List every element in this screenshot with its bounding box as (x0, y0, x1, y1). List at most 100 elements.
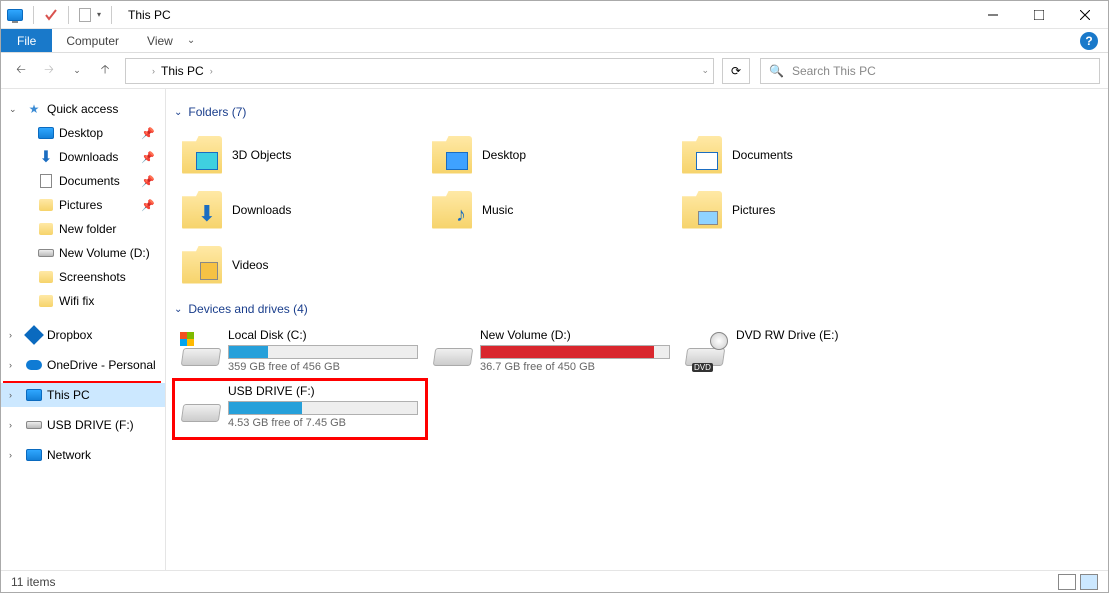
sidebar-item-label: Pictures (59, 198, 102, 212)
search-icon: 🔍 (769, 64, 784, 78)
chevron-down-icon[interactable]: ⌄ (174, 107, 182, 118)
breadcrumb-location[interactable]: This PC (161, 64, 204, 78)
view-mode-icons (1058, 574, 1098, 590)
drive-icon: DVD (686, 332, 726, 372)
address-dropdown[interactable]: ⌄ (701, 65, 709, 76)
large-icons-view-button[interactable] (1080, 574, 1098, 590)
refresh-button[interactable]: ⟳ (722, 58, 750, 84)
drives-grid: Local Disk (C:)359 GB free of 456 GBNew … (174, 324, 1092, 436)
drive-item[interactable]: Local Disk (C:)359 GB free of 456 GB (174, 324, 426, 380)
sidebar-item-screenshots[interactable]: Screenshots (1, 265, 165, 289)
window-title: This PC (128, 8, 171, 22)
up-button[interactable]: 🡡 (93, 59, 117, 83)
drive-name: DVD RW Drive (E:) (736, 328, 922, 342)
pin-icon: 📌 (141, 199, 155, 212)
folder-icon: ♪ (432, 191, 472, 229)
view-tab[interactable]: View (133, 29, 187, 52)
folder-item[interactable]: ⬇ Downloads (174, 182, 424, 237)
file-tab[interactable]: File (1, 29, 52, 52)
folder-label: Desktop (482, 148, 526, 162)
properties-icon[interactable] (44, 8, 58, 22)
drive-item[interactable]: New Volume (D:)36.7 GB free of 450 GB (426, 324, 678, 380)
sidebar-item-new-folder[interactable]: New folder (1, 217, 165, 241)
sidebar-item-label: Downloads (59, 150, 118, 164)
sidebar-item-wifi-fix[interactable]: Wifi fix (1, 289, 165, 313)
ribbon-expand-caret[interactable]: ⌄ (187, 35, 195, 46)
folder-label: Downloads (232, 203, 291, 217)
sidebar-label: USB DRIVE (F:) (47, 418, 134, 432)
sidebar-label: Network (47, 448, 91, 462)
folder-item[interactable]: Pictures (674, 182, 924, 237)
folder-icon (39, 223, 53, 235)
network-icon (26, 449, 42, 461)
qat-dropdown[interactable]: ▾ (97, 10, 101, 19)
minimize-button[interactable] (970, 1, 1016, 29)
music-icon: ♪ (456, 204, 466, 227)
back-button[interactable]: 🡠 (9, 59, 33, 83)
folder-item[interactable]: Documents (674, 127, 924, 182)
overlay-icon (696, 152, 718, 170)
sidebar-item-onedrive[interactable]: › OneDrive - Personal (1, 353, 165, 377)
cloud-icon (26, 360, 42, 370)
pc-icon[interactable] (7, 9, 23, 21)
details-view-button[interactable] (1058, 574, 1076, 590)
drive-icon (434, 332, 470, 372)
chevron-right-icon[interactable]: › (9, 390, 21, 400)
document-icon (40, 174, 52, 188)
folder-item[interactable]: 3D Objects (174, 127, 424, 182)
forward-button[interactable]: 🡢 (37, 59, 61, 83)
sidebar-label: Quick access (47, 102, 118, 116)
folder-icon (182, 136, 222, 174)
sidebar-item-desktop[interactable]: Desktop📌 (1, 121, 165, 145)
chevron-right-icon[interactable]: › (9, 330, 21, 340)
drive-icon (182, 332, 218, 372)
search-box[interactable]: 🔍 Search This PC (760, 58, 1100, 84)
sidebar-item-dropbox[interactable]: › Dropbox (1, 323, 165, 347)
separator (33, 6, 34, 24)
sidebar-item-this-pc[interactable]: › This PC (1, 383, 165, 407)
download-icon: ⬇ (198, 201, 216, 227)
sidebar-item-new-volume-d-[interactable]: New Volume (D:) (1, 241, 165, 265)
doc-icon[interactable] (79, 8, 91, 22)
annotation-highlight (172, 378, 428, 440)
maximize-button[interactable] (1016, 1, 1062, 29)
folder-label: Pictures (732, 203, 775, 217)
quick-access-toolbar: ▾ This PC (7, 6, 171, 24)
titlebar: ▾ This PC (1, 1, 1108, 29)
folder-item[interactable]: ♪Music (424, 182, 674, 237)
chevron-right-icon[interactable]: › (152, 66, 155, 76)
folder-icon: ⬇ (182, 191, 222, 229)
desktop-icon (38, 127, 54, 139)
sidebar-item-network[interactable]: › Network (1, 443, 165, 467)
folder-item[interactable]: Desktop (424, 127, 674, 182)
group-title: Devices and drives (4) (188, 302, 307, 316)
status-text: 11 items (11, 575, 55, 589)
chevron-right-icon[interactable]: › (9, 360, 21, 370)
navigation-pane: ⌄ ★ Quick access Desktop📌⬇Downloads📌Docu… (1, 89, 166, 570)
folder-item[interactable]: Videos (174, 237, 424, 292)
group-header-drives[interactable]: ⌄ Devices and drives (4) (174, 302, 1092, 316)
group-header-folders[interactable]: ⌄ Folders (7) (174, 105, 1092, 119)
sidebar-item-quick-access[interactable]: ⌄ ★ Quick access (1, 97, 165, 121)
sidebar-label: OneDrive - Personal (47, 358, 156, 372)
address-bar[interactable]: › This PC › ⌄ (125, 58, 714, 84)
drive-name: Local Disk (C:) (228, 328, 418, 342)
chevron-down-icon[interactable]: ⌄ (174, 304, 182, 315)
recent-dropdown[interactable]: ⌄ (65, 59, 89, 83)
picture-icon (698, 211, 718, 225)
help-button[interactable]: ? (1080, 32, 1098, 50)
chevron-right-icon[interactable]: › (9, 420, 21, 430)
chevron-right-icon[interactable]: › (210, 66, 213, 76)
sidebar-item-documents[interactable]: Documents📌 (1, 169, 165, 193)
sidebar-item-pictures[interactable]: Pictures 📌 (1, 193, 165, 217)
folder-icon (182, 246, 222, 284)
pictures-icon (39, 199, 53, 211)
sidebar-item-usb-drive[interactable]: › USB DRIVE (F:) (1, 413, 165, 437)
computer-tab[interactable]: Computer (52, 29, 133, 52)
chevron-right-icon[interactable]: › (9, 450, 21, 460)
sidebar-item-downloads[interactable]: ⬇Downloads📌 (1, 145, 165, 169)
folder-label: 3D Objects (232, 148, 291, 162)
drive-item[interactable]: DVD DVD RW Drive (E:) (678, 324, 930, 380)
chevron-down-icon[interactable]: ⌄ (9, 104, 21, 115)
close-button[interactable] (1062, 1, 1108, 29)
